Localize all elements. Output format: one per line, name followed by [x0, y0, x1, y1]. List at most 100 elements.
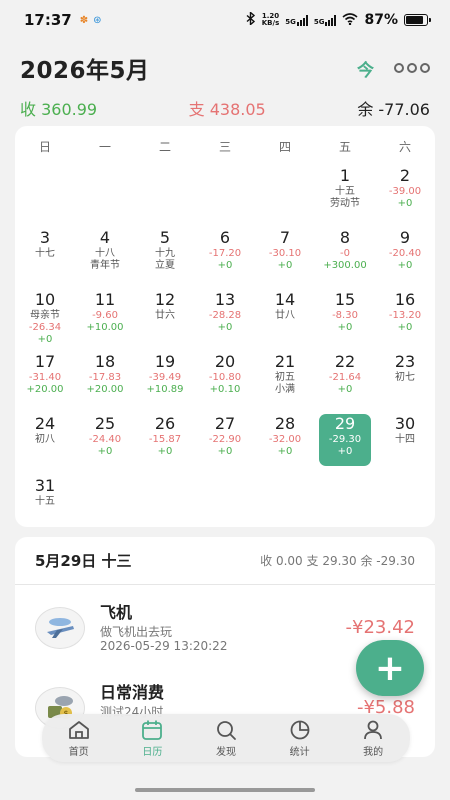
pie-chart-icon	[289, 719, 311, 741]
calendar-day[interactable]: 27 -22.90 +0	[195, 414, 255, 476]
day-income: +0	[397, 260, 413, 271]
calendar-day[interactable]: 18 -17.83 +20.00	[75, 352, 135, 414]
calendar-day[interactable]: 6 -17.20 +0	[195, 228, 255, 290]
day-number: 27	[214, 414, 236, 433]
day-number: 29	[334, 414, 356, 433]
nav-item-profile[interactable]: 我的	[345, 719, 401, 758]
calendar-day[interactable]: 31 十五	[15, 476, 75, 538]
nav-item-home[interactable]: 首页	[51, 719, 107, 758]
calendar-day[interactable]: 29 -29.30 +0	[315, 414, 375, 476]
day-expense: -32.00	[268, 434, 302, 445]
today-button[interactable]: 今	[357, 56, 374, 81]
search-icon	[215, 719, 237, 741]
more-options-icon[interactable]	[394, 63, 430, 73]
month-title[interactable]: 2026年5月	[20, 51, 150, 85]
day-number: 28	[274, 414, 296, 433]
calendar-day[interactable]: 26 -15.87 +0	[135, 414, 195, 476]
calendar-day[interactable]: 23 初七	[375, 352, 435, 414]
day-income: +300.00	[323, 260, 367, 271]
calendar-day[interactable]: 15 -8.30 +0	[315, 290, 375, 352]
month-summary: 收 360.99 支 438.05 余 -77.06	[20, 96, 430, 120]
day-income: +0	[217, 322, 233, 333]
lunar-date: 十四	[395, 434, 415, 445]
day-number: 10	[34, 290, 56, 309]
day-number: 20	[214, 352, 236, 371]
day-number: 3	[39, 228, 51, 247]
calendar-day[interactable]: 1 十五 劳动节	[315, 166, 375, 228]
bluetooth-icon	[246, 10, 256, 28]
calendar-day[interactable]: 25 -24.40 +0	[75, 414, 135, 476]
day-expense: -0	[340, 248, 350, 259]
calendar-day[interactable]: 21 初五 小满	[255, 352, 315, 414]
notification-icon: ✽	[79, 14, 89, 26]
day-summary: 收 0.00 支 29.30 余 -29.30	[260, 554, 415, 568]
calendar-day[interactable]: 19 -39.49 +10.89	[135, 352, 195, 414]
airplane-icon	[35, 607, 85, 649]
calendar-card: 日一二三四五六 1 十五 劳动节 2 -39.00 +0 3 十七 4 十八 青年节 5 十九 立夏 6 -1…	[15, 126, 435, 527]
calendar-day[interactable]: 9 -20.40 +0	[375, 228, 435, 290]
nav-item-stats[interactable]: 统计	[272, 719, 328, 758]
lunar-date: 初八	[35, 434, 55, 445]
day-number: 19	[154, 352, 176, 371]
day-income: +10.89	[146, 384, 184, 395]
calendar-day[interactable]: 22 -21.64 +0	[315, 352, 375, 414]
day-number: 9	[399, 228, 411, 247]
day-income: +0	[217, 446, 233, 457]
calendar-day[interactable]: 8 -0 +300.00	[315, 228, 375, 290]
balance-total: 余 -77.06	[357, 100, 430, 119]
calendar-day[interactable]: 7 -30.10 +0	[255, 228, 315, 290]
calendar-day[interactable]: 5 十九 立夏	[135, 228, 195, 290]
lunar-date: 廿八	[275, 310, 295, 321]
calendar-day[interactable]: 4 十八 青年节	[75, 228, 135, 290]
day-number: 26	[154, 414, 176, 433]
nav-item-discover[interactable]: 发现	[198, 719, 254, 758]
calendar-day[interactable]: 16 -13.20 +0	[375, 290, 435, 352]
day-expense: -28.28	[208, 310, 242, 321]
add-record-button[interactable]: +	[356, 640, 424, 696]
day-income: +0	[337, 384, 353, 395]
header: 2026年5月 今	[20, 50, 430, 86]
status-bar: 17:37 ✽ ⊛ 1.20 KB/s 5G 5G 87%	[0, 0, 450, 40]
day-income: +10.00	[86, 322, 124, 333]
lunar-date: 初七	[395, 372, 415, 383]
bottom-nav: 首页 日历 发现 统计 我的	[42, 714, 410, 762]
calendar-empty-cell	[15, 166, 75, 228]
calendar-day[interactable]: 20 -10.80 +0.10	[195, 352, 255, 414]
user-icon	[362, 719, 384, 741]
day-expense: -39.00	[388, 186, 422, 197]
calendar-empty-cell	[195, 166, 255, 228]
day-expense: -8.30	[332, 310, 358, 321]
wifi-icon	[342, 12, 359, 28]
calendar-day[interactable]: 14 廿八	[255, 290, 315, 352]
weekday-label: 一	[98, 139, 111, 154]
calendar-day[interactable]: 13 -28.28 +0	[195, 290, 255, 352]
calendar-day[interactable]: 17 -31.40 +20.00	[15, 352, 75, 414]
lunar-date: 十五	[335, 186, 355, 197]
calendar-day[interactable]: 10 母亲节 -26.34 +0	[15, 290, 75, 352]
festival-label: 青年节	[90, 260, 120, 271]
day-number: 21	[274, 352, 296, 371]
days-grid: 1 十五 劳动节 2 -39.00 +0 3 十七 4 十八 青年节 5 十九 立夏 6 -17.20 +0 7-…	[15, 166, 435, 538]
calendar-day[interactable]: 30 十四	[375, 414, 435, 476]
day-income: +0	[337, 446, 353, 457]
weekday-label: 三	[218, 139, 231, 154]
calendar-day[interactable]: 28 -32.00 +0	[255, 414, 315, 476]
weekday-label: 二	[158, 139, 171, 154]
day-income: +0	[337, 322, 353, 333]
day-income: +20.00	[86, 384, 124, 395]
lunar-date: 母亲节	[30, 310, 60, 321]
calendar-empty-cell	[75, 166, 135, 228]
calendar-day[interactable]: 12 廿六	[135, 290, 195, 352]
day-number: 14	[274, 290, 296, 309]
calendar-day[interactable]: 2 -39.00 +0	[375, 166, 435, 228]
selected-date: 5月29日 十三	[35, 552, 132, 570]
weekday-label: 六	[398, 139, 411, 154]
transaction-note: 做飞机出去玩	[100, 625, 173, 639]
day-number: 16	[394, 290, 416, 309]
battery-icon	[404, 14, 431, 26]
signal-icon-sim2: 5G	[314, 14, 337, 26]
nav-item-calendar[interactable]: 日历	[124, 719, 180, 758]
calendar-day[interactable]: 11 -9.60 +10.00	[75, 290, 135, 352]
calendar-day[interactable]: 3 十七	[15, 228, 75, 290]
calendar-day[interactable]: 24 初八	[15, 414, 75, 476]
